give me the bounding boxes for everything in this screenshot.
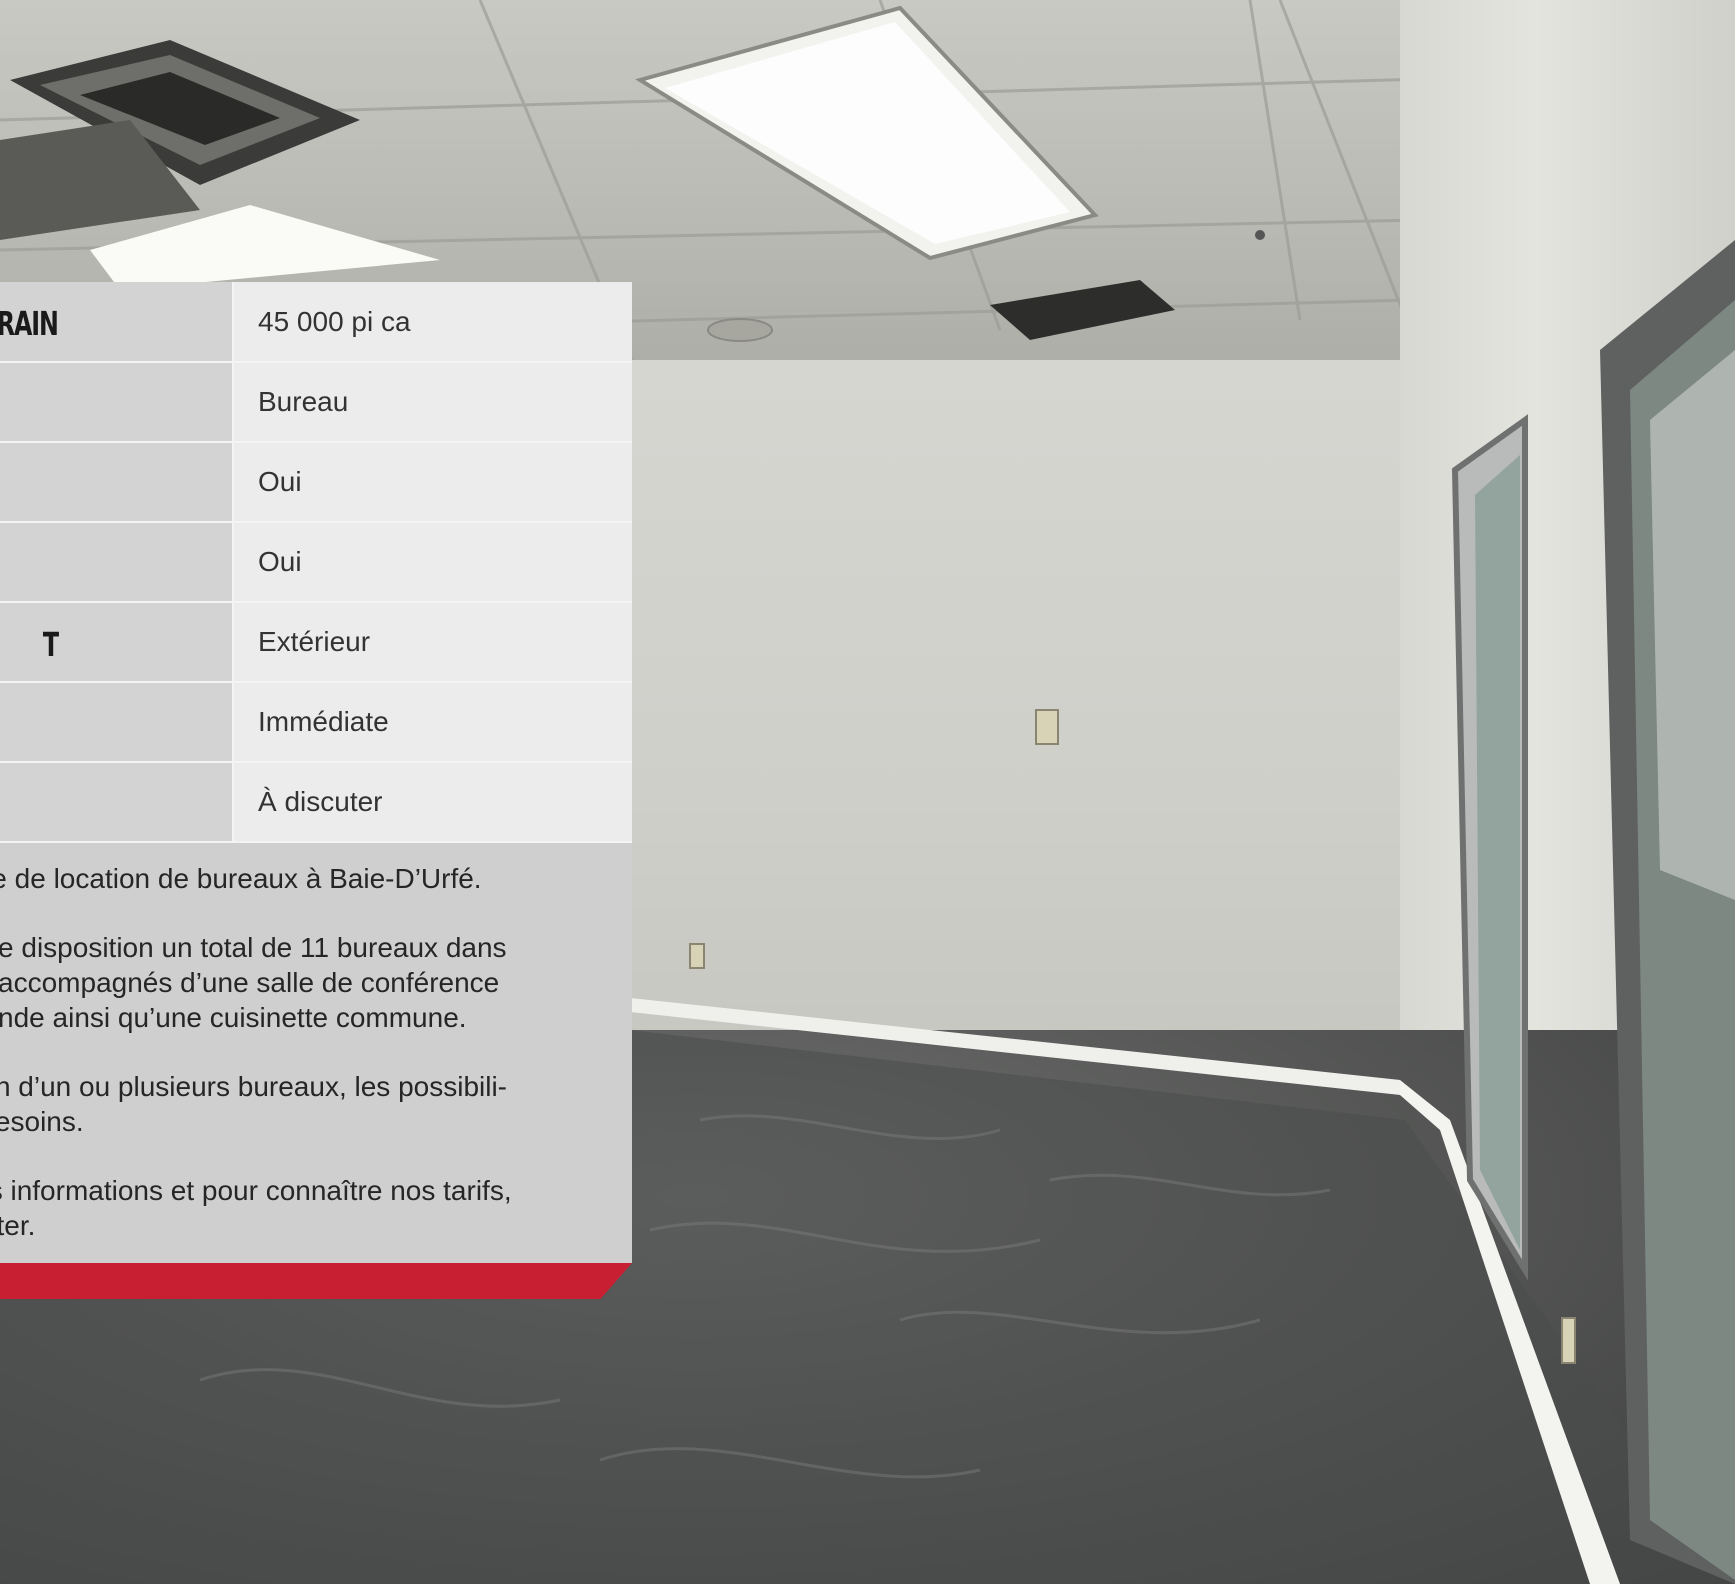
description-line: n votre disposition un total de 11 burea… — [0, 932, 507, 963]
description-line: e offre de location de bureaux à Baie-D’… — [0, 863, 482, 894]
spec-value: 45 000 pi ca — [233, 282, 632, 363]
description-line: vos besoins. — [0, 1106, 84, 1137]
description-text: e offre de location de bureaux à Baie-D’… — [0, 861, 588, 1263]
spec-value: Immédiate — [233, 682, 632, 763]
spec-row: Oui — [0, 442, 632, 523]
description-paragraph: mples informations et pour connaître nos… — [0, 1173, 588, 1243]
description-paragraph: besoin d’un ou plusieurs bureaux, les po… — [0, 1069, 588, 1139]
spec-row: RAIN 45 000 pi ca — [0, 282, 632, 363]
spec-row: T Extérieur — [0, 602, 632, 683]
outlet-right — [1561, 1317, 1576, 1364]
spec-label-text: T — [42, 625, 59, 664]
spec-value: Oui — [233, 442, 632, 523]
outlet — [689, 943, 705, 969]
spec-row: À discuter — [0, 762, 632, 843]
description-line: mun, accompagnés d’une salle de conféren… — [0, 967, 500, 998]
spec-label — [0, 362, 234, 443]
light-switch — [1035, 709, 1059, 745]
property-info-panel: RAIN 45 000 pi ca Bureau Oui Oui T Extér… — [0, 282, 632, 1299]
description-line: besoin d’un ou plusieurs bureaux, les po… — [0, 1071, 508, 1102]
spec-label — [0, 762, 234, 843]
spec-label — [0, 682, 234, 763]
spec-row: Bureau — [0, 362, 632, 443]
description-line: mples informations et pour connaître nos… — [0, 1175, 512, 1206]
spec-label-text: RAIN — [0, 304, 59, 343]
spec-label — [0, 522, 234, 603]
spec-label: T — [0, 602, 234, 683]
spec-row: Oui — [0, 522, 632, 603]
description-line: ontacter. — [0, 1210, 36, 1241]
description-paragraph: n votre disposition un total de 11 burea… — [0, 930, 588, 1035]
spec-value: Oui — [233, 522, 632, 603]
spec-value: À discuter — [233, 762, 632, 843]
description-block: e offre de location de bureaux à Baie-D’… — [0, 843, 632, 1263]
spec-table: RAIN 45 000 pi ca Bureau Oui Oui T Extér… — [0, 282, 632, 843]
spec-row: Immédiate — [0, 682, 632, 763]
spec-value: Extérieur — [233, 602, 632, 683]
accent-bar — [0, 1263, 632, 1299]
spec-label: RAIN — [0, 282, 234, 363]
description-paragraph: e offre de location de bureaux à Baie-D’… — [0, 861, 588, 896]
spec-value: Bureau — [233, 362, 632, 443]
description-line: demande ainsi qu’une cuisinette commune. — [0, 1002, 467, 1033]
spec-label — [0, 442, 234, 523]
